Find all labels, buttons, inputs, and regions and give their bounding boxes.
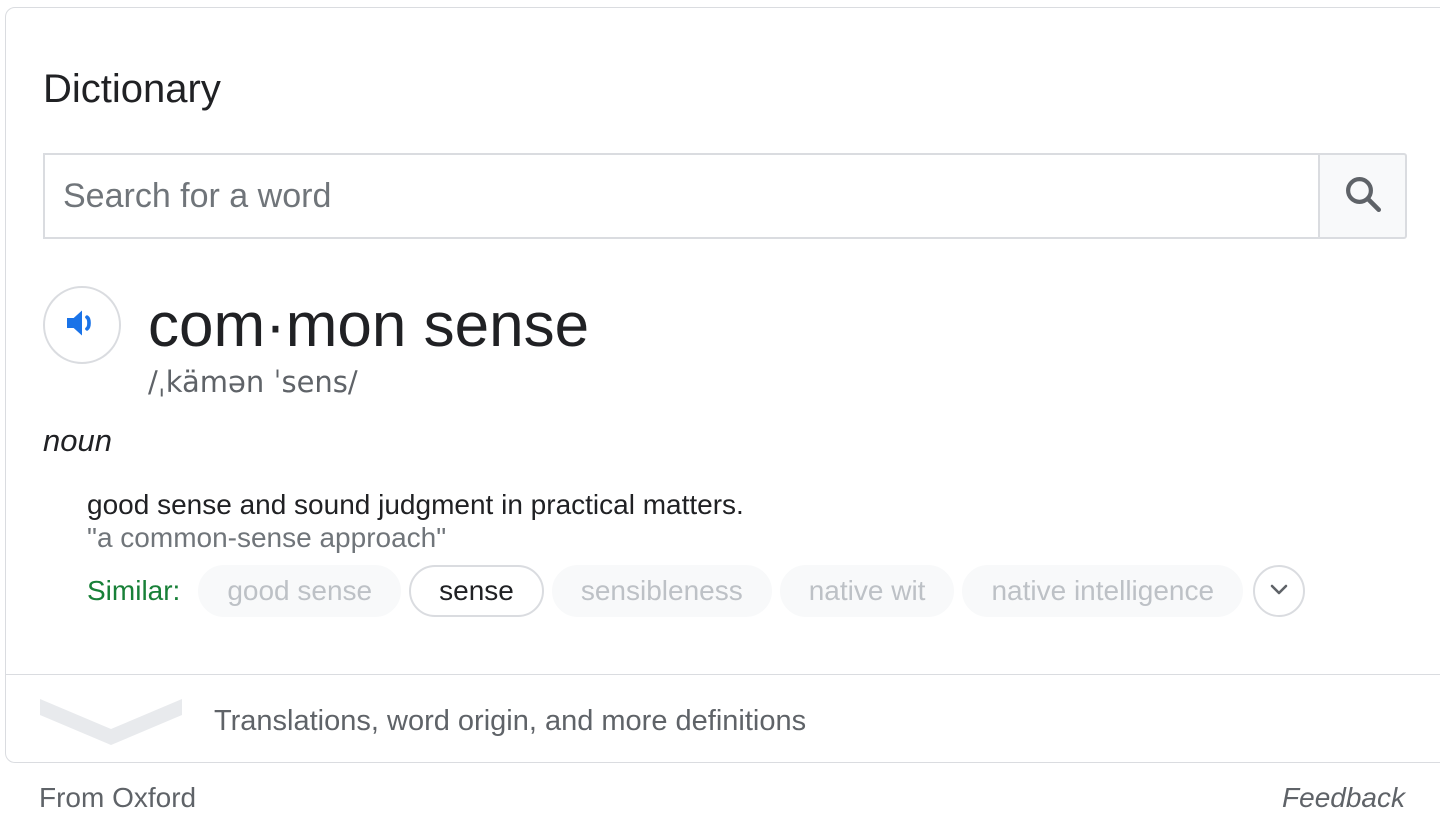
speaker-icon [62,303,102,348]
part-of-speech: noun [43,423,112,458]
similar-chip-sense[interactable]: sense [409,565,544,617]
definition-text: good sense and sound judgment in practic… [87,489,744,520]
dictionary-panel: Dictionary com·mon sense /ˌkämən ˈsens/ … [5,7,1440,763]
source-attribution: From Oxford [39,782,197,813]
similar-chip-native-intelligence[interactable]: native intelligence [962,565,1244,617]
similar-label: Similar: [87,575,181,606]
similar-chip-native-wit[interactable]: native wit [779,565,955,617]
pronunciation: /ˌkämən ˈsens/ [148,365,358,399]
similar-words-row: Similar: good sense sense sensibleness n… [87,565,1306,617]
more-similar-button[interactable] [1253,565,1306,617]
panel-title: Dictionary [43,67,221,111]
similar-chip-sensibleness[interactable]: sensibleness [551,565,772,617]
headword: com·mon sense [148,291,590,360]
feedback-link[interactable]: Feedback [1282,780,1405,816]
more-definitions-expander[interactable]: Translations, word origin, and more defi… [6,675,1440,763]
search-bar [43,153,1407,239]
example-text: "a common-sense approach" [87,522,447,553]
chevron-down-icon [40,695,182,750]
search-icon [1342,173,1384,220]
expander-label: Translations, word origin, and more defi… [214,705,807,737]
search-button[interactable] [1318,153,1407,239]
similar-chip-good-sense[interactable]: good sense [198,565,402,617]
pronounce-audio-button[interactable] [43,286,121,364]
chevron-down-icon [1267,577,1291,606]
search-input[interactable] [43,153,1318,239]
